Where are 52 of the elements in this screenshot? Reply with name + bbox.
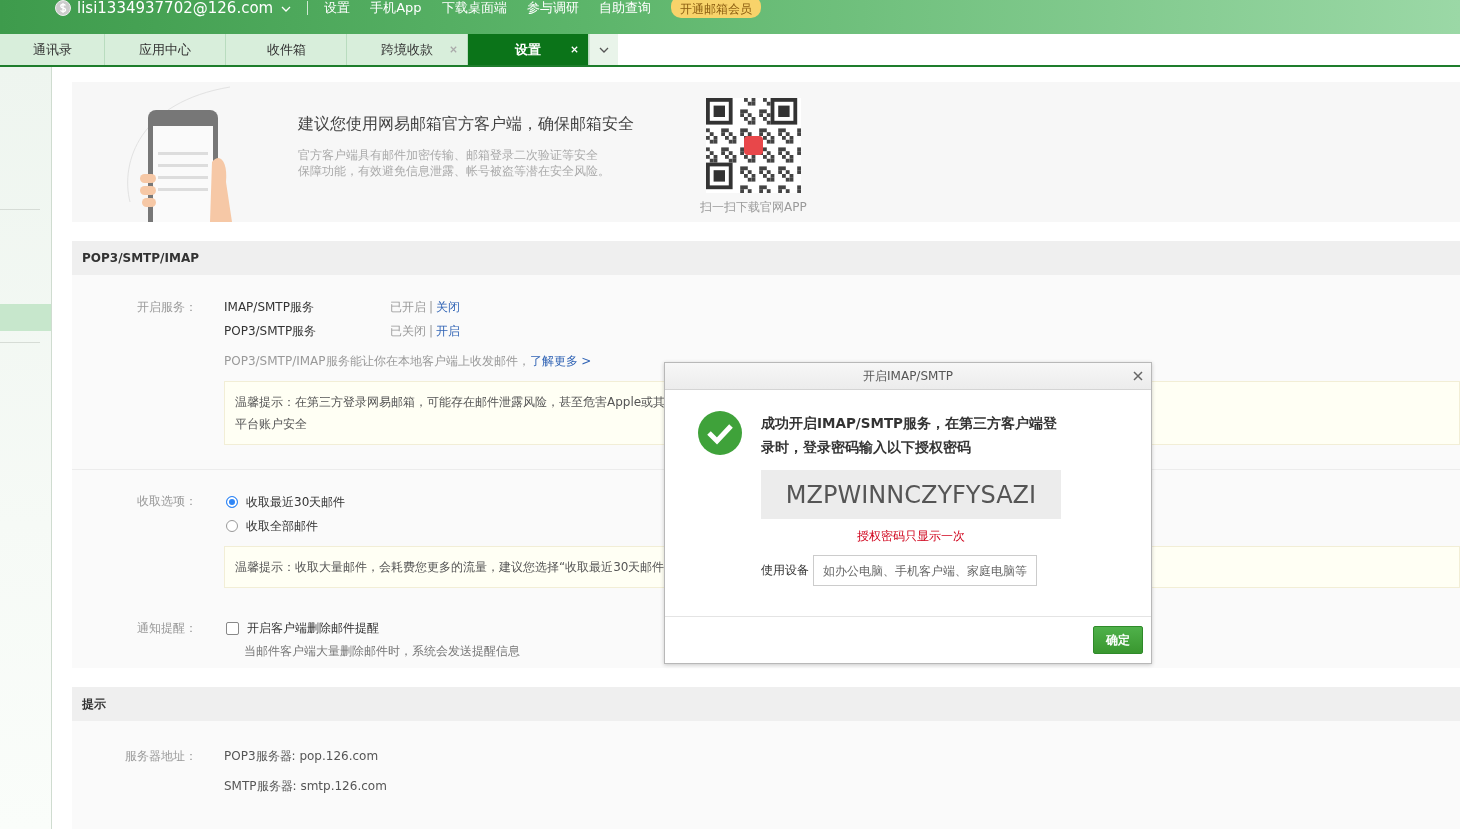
dialog-message: 成功开启IMAP/SMTP服务，在第三方客户端登录时，登录密码输入以下授权密码 [761,414,1057,457]
field-label: 使用设备 [761,562,809,579]
field-label: 服务器地址： [124,748,197,765]
option-label[interactable]: 收取最近30天邮件 [246,490,346,514]
service-name: POP3/SMTP服务 [224,323,318,340]
service-status: 已开启 [390,299,426,316]
chevron-down-icon [599,46,609,53]
tip-text: 平台账户安全 [235,416,307,433]
tab[interactable]: 跨境收款 [347,34,468,65]
account-name[interactable]: lisi1334937702@126.com [77,0,274,16]
coin-icon [55,0,71,16]
success-check-icon [698,411,742,455]
tab-menu-button[interactable] [589,34,618,65]
banner-title: 建议您使用网易邮箱官方客户端，确保邮箱安全 [298,114,635,135]
field-label: 收取选项： [136,493,197,510]
auth-code: MZPWINNCZYFYSAZI [761,470,1061,519]
banner-description: 官方客户端具有邮件加密传输、邮箱登录二次验证等安全 [298,147,599,163]
dialog-title: 开启IMAP/SMTP [863,367,953,385]
radio-button[interactable] [226,520,238,532]
section-title: 提示 [82,695,106,713]
section-title: POP3/SMTP/IMAP [82,251,199,265]
option-label[interactable]: 收取全部邮件 [246,514,318,538]
tab[interactable]: 设置 [468,34,589,65]
field-label: 通知提醒： [136,620,197,637]
confirm-button[interactable]: 确定 [1093,626,1143,654]
qr-caption: 扫一扫下载官网APP [700,199,807,216]
tip-text: 温馨提示：在第三方登录网易邮箱，可能存在邮件泄露风险，甚至危害Apple或其 [235,394,666,411]
tab[interactable]: 收件箱 [226,34,347,65]
service-status: 已关闭 [390,323,426,340]
separator-text: | [429,299,434,316]
tab[interactable]: 通讯录 [0,34,105,65]
learn-more-link[interactable]: 了解更多 > [529,354,592,368]
checkbox-label[interactable]: 开启客户端删除邮件提醒 [247,616,379,640]
banner-description: 保障功能，有效避免信息泄露、帐号被盗等潜在安全风险。 [298,163,611,179]
field-label: 开启服务： [136,299,197,316]
checkbox[interactable] [226,621,239,635]
server-address: SMTP服务器: smtp.126.com [224,778,388,795]
service-toggle-link[interactable]: 开启 [436,319,461,343]
warning-text: 授权密码只显示一次 [856,528,966,545]
separator-text: | [429,323,434,340]
tip-text: 温馨提示：收取大量邮件，会耗费您更多的流量，建议您选择“收取最近30天邮件 [235,559,665,576]
tab[interactable]: 应用中心 [105,34,226,65]
qr-code-icon [705,98,801,193]
radio-button[interactable] [226,496,238,508]
close-icon[interactable] [1133,371,1143,381]
device-input[interactable]: 如办公电脑、手机客户端、家庭电脑等 [813,555,1037,586]
service-name: IMAP/SMTP服务 [224,299,315,316]
chevron-down-icon[interactable] [281,6,292,12]
server-address: POP3服务器: pop.126.com [224,748,380,765]
vip-button[interactable]: 开通邮箱会员 [670,0,761,18]
service-toggle-link[interactable]: 关闭 [436,295,461,319]
info-text: POP3/SMTP/IMAP服务能让你在本地客户端上收发邮件， [224,354,530,368]
